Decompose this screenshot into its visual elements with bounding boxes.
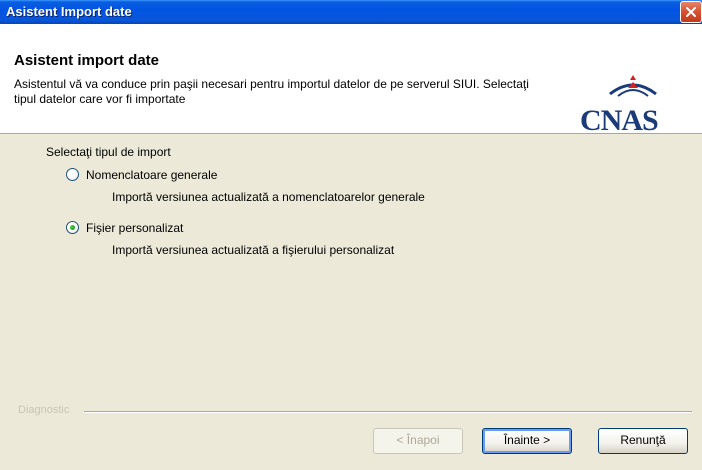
radio-option-label[interactable]: Nomenclatoare generale [86,168,217,182]
cnas-logo: CNAS [578,75,688,140]
title-bar[interactable]: Asistent Import date [0,0,702,24]
wizard-header: Asistent import date Asistentul vă va co… [0,24,702,137]
page-title: Asistent import date [14,52,160,69]
radio-selected-dot-icon [70,225,75,230]
logo-text: CNAS [580,104,659,137]
option-description: Importă versiunea actualizată a nomencla… [112,190,425,204]
page-description: Asistentul vă va conduce prin paşii nece… [14,77,529,106]
cancel-button[interactable]: Renunţă [598,428,688,454]
radio-button-selected[interactable] [66,221,79,234]
import-wizard-window: Asistent Import date Asistent import dat… [0,0,702,470]
close-icon [686,7,696,17]
radio-button-unselected[interactable] [66,168,79,181]
window-title: Asistent Import date [6,4,132,19]
back-button[interactable]: < Înapoi [373,428,463,454]
footer-group-label: Diagnostic [18,404,70,416]
footer-separator [84,411,692,413]
wizard-content: Selectaţi tipul de import Nomenclatoare … [0,135,702,395]
radio-option-label[interactable]: Fişier personalizat [86,221,183,235]
next-button[interactable]: Înainte > [482,428,572,454]
close-button[interactable] [680,1,702,23]
option-description: Importă versiunea actualizată a fişierul… [112,243,395,257]
import-type-group-label: Selectaţi tipul de import [46,145,171,159]
